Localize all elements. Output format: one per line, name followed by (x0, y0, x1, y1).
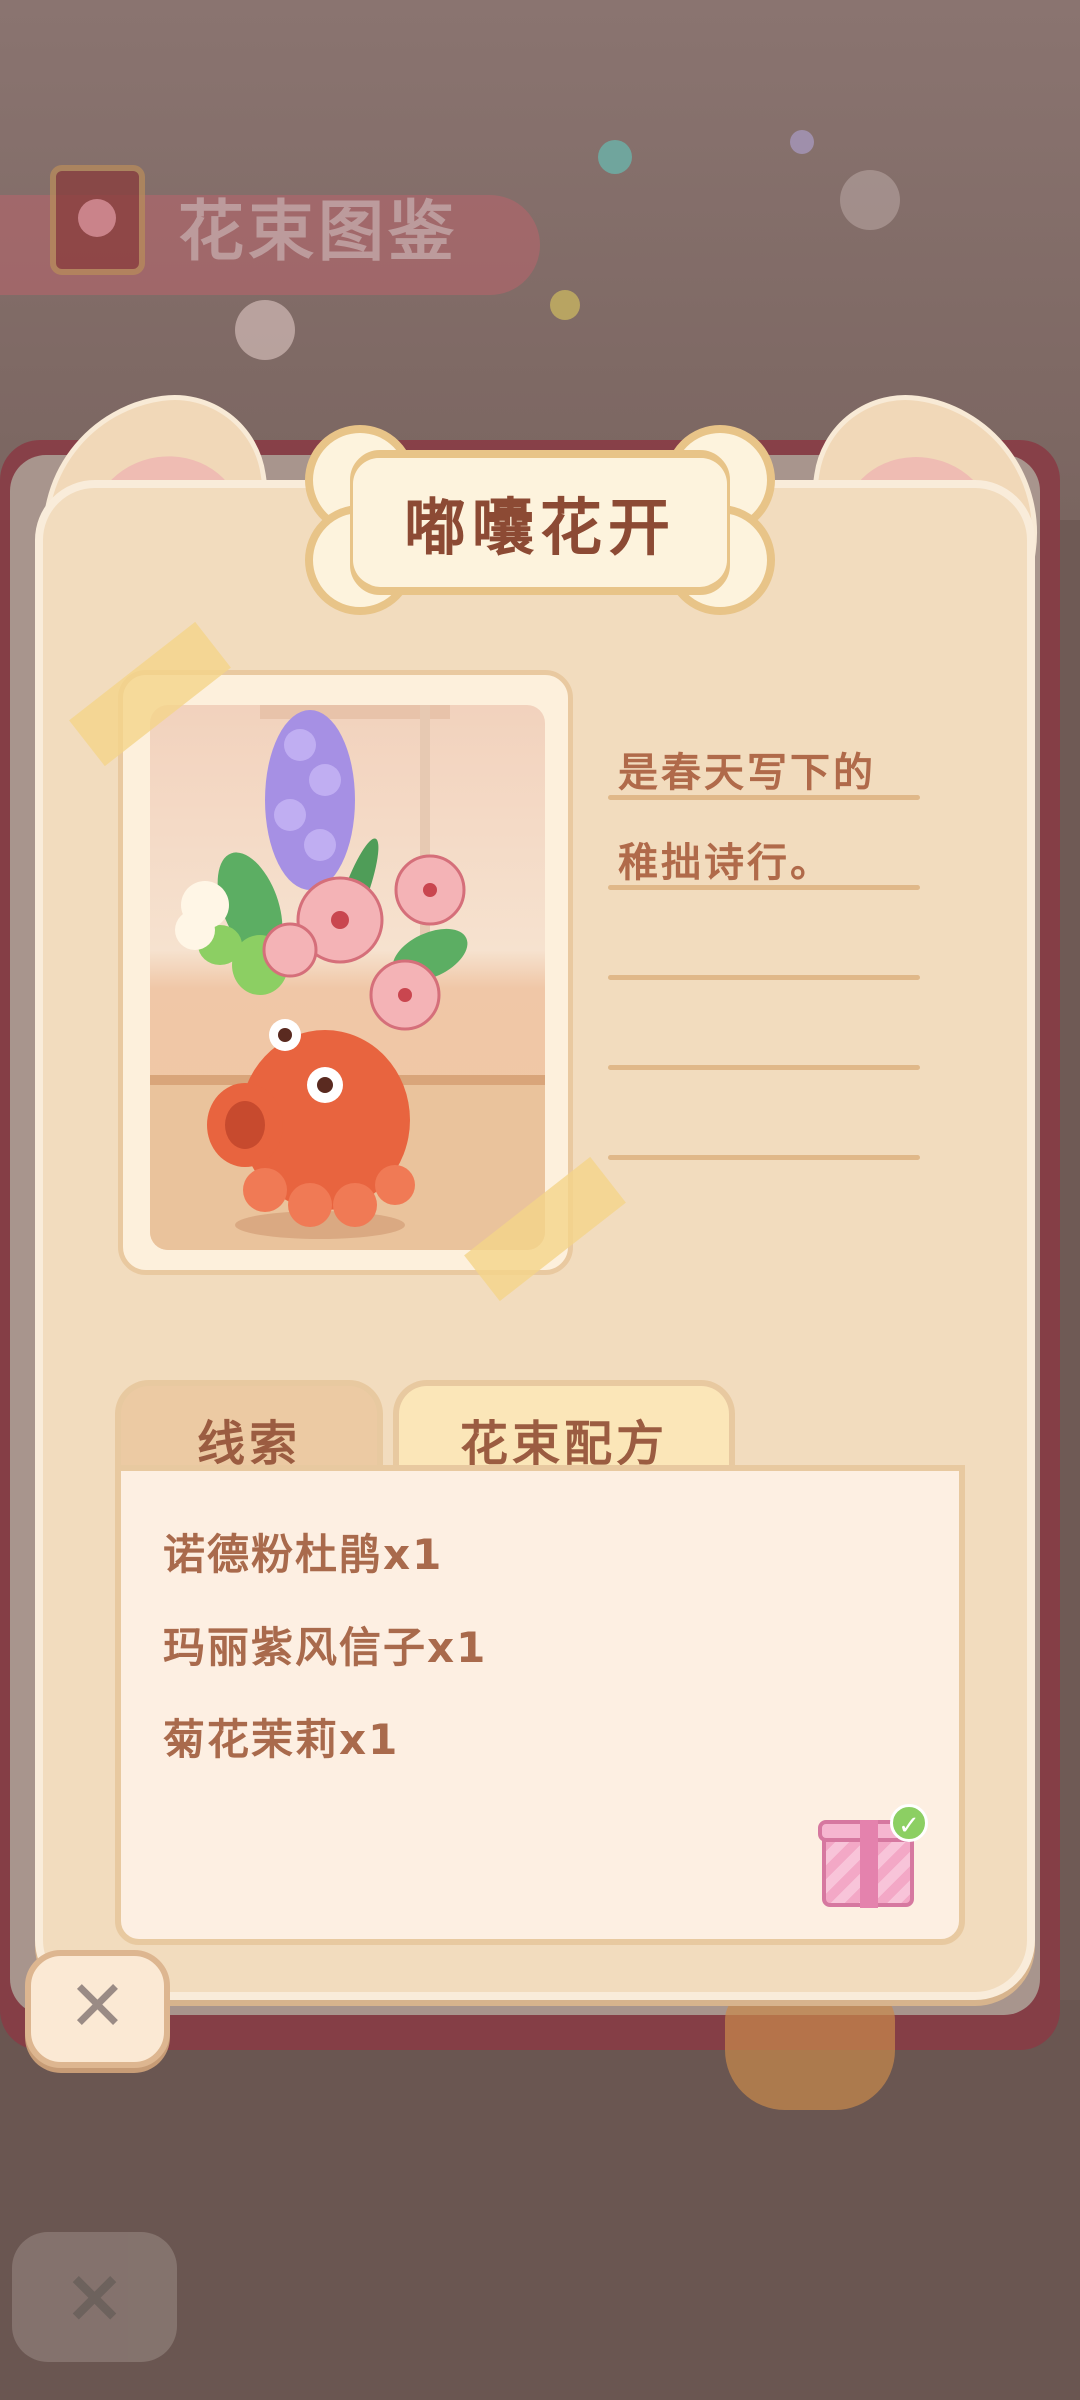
close-button[interactable]: ✕ (25, 1950, 170, 2068)
check-icon: ✓ (890, 1804, 928, 1842)
note-rule (608, 1155, 920, 1160)
bow-decoration (725, 1990, 895, 2110)
ingredient-item: 菊花茉莉x1 (163, 1715, 400, 1764)
note-line-1: 是春天写下的 (618, 750, 876, 796)
sparkle-icon (598, 140, 632, 174)
note-rule (608, 1065, 920, 1070)
note-line-2: 稚拙诗行。 (618, 840, 833, 886)
sparkle-icon (235, 300, 295, 360)
bouquet-image (150, 705, 545, 1250)
background-close-button[interactable]: × (12, 2232, 177, 2362)
ingredient-item: 诺德粉杜鹃x1 (163, 1530, 444, 1579)
note-rule (608, 975, 920, 980)
tab-bouquet-recipe[interactable]: 花束配方 (393, 1380, 735, 1472)
note-rule (608, 885, 920, 890)
tab-clues[interactable]: 线索 (115, 1380, 383, 1472)
note-rule (608, 795, 920, 800)
close-icon: ✕ (68, 1965, 127, 2047)
bouquet-title: 嘟囔花开 (403, 491, 676, 564)
bouquet-illustration (150, 705, 545, 1250)
ingredient-item: 玛丽紫风信子x1 (163, 1623, 488, 1672)
title-plaque: 嘟囔花开 (305, 415, 775, 625)
gift-icon[interactable]: ✓ (818, 1804, 928, 1908)
sparkle-icon (840, 170, 900, 230)
album-book-icon (50, 165, 145, 275)
sparkle-icon (790, 130, 814, 154)
sparkle-icon (550, 290, 580, 320)
header-title: 花束图鉴 (178, 193, 458, 270)
gift-ribbon (860, 1820, 878, 1908)
